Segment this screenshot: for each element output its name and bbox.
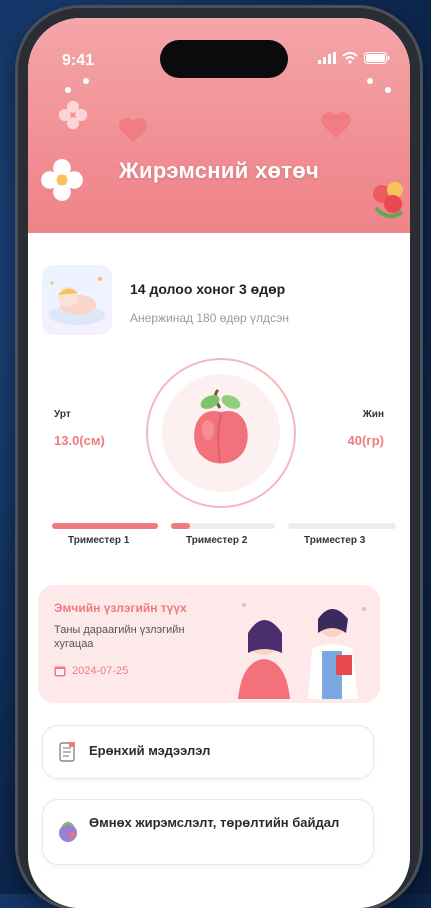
previous-pregnancy-item[interactable]: Өмнөх жирэмслэлт, төрөлтийн байдал <box>42 799 374 865</box>
weight-label: Жин <box>362 409 384 420</box>
previous-pregnancy-label: Өмнөх жирэмслэлт, төрөлтийн байдал <box>89 815 340 830</box>
fetus-size-circle[interactable] <box>146 358 296 508</box>
branch-decoration-icon <box>49 71 107 107</box>
next-checkup-date: 2024-07-25 <box>54 665 128 677</box>
battery-icon <box>364 52 390 64</box>
signal-icon <box>318 52 336 64</box>
heart-decoration-icon <box>119 117 147 143</box>
status-bar: 9:41 <box>28 44 410 69</box>
heart-decoration-icon <box>321 112 351 139</box>
checkup-history-card[interactable]: Эмчийн үзлэгийн түүх Таны дараагийн үзлэ… <box>38 585 380 703</box>
phone-frame: 9:41 Жирэмсний хөтөч 14 долоо хоног 3 өд… <box>18 8 420 908</box>
status-time: 9:41 <box>62 52 95 69</box>
pregnancy-week-summary: 14 долоо хоног 3 өдөр Анержинад 180 өдөр… <box>42 265 410 345</box>
baby-icon <box>49 277 105 325</box>
page-title: Жирэмсний хөтөч <box>118 158 320 183</box>
length-label: Урт <box>54 409 71 420</box>
trimester-2-label[interactable]: Триместер 2 <box>186 535 247 546</box>
general-info-item[interactable]: Ерөнхий мэдээлэл <box>42 725 374 779</box>
main-content: 14 долоо хоног 3 өдөр Анержинад 180 өдөр… <box>28 233 410 908</box>
general-info-label: Ерөнхий мэдээлэл <box>89 743 211 758</box>
length-value: 13.0(см) <box>54 433 105 448</box>
trimester-2-fill <box>171 523 190 529</box>
wifi-icon <box>342 52 358 64</box>
peach-icon <box>194 388 248 464</box>
checkup-history-title: Эмчийн үзлэгийн түүх <box>54 601 187 615</box>
trimester-3-label[interactable]: Триместер 3 <box>304 535 365 546</box>
trimester-1-progress <box>52 523 158 529</box>
branch-decoration-icon <box>349 71 407 107</box>
next-checkup-label: Таны дараагийн үзлэгийн хугацаа <box>54 624 185 651</box>
trimester-1-fill <box>52 523 158 529</box>
trimester-2-progress <box>171 523 275 529</box>
document-icon <box>59 742 75 762</box>
trimester-3-progress <box>288 523 396 529</box>
days-remaining: Анержинад 180 өдөр үлдсэн <box>130 311 289 325</box>
app-screen: 9:41 Жирэмсний хөтөч 14 долоо хоног 3 өд… <box>28 18 410 908</box>
calendar-icon <box>54 666 66 677</box>
baby-illustration <box>42 265 112 335</box>
doctor-patient-illustration <box>238 603 366 699</box>
header: 9:41 Жирэмсний хөтөч <box>28 18 410 233</box>
weight-value: 40(гр) <box>347 433 384 448</box>
checkup-date-text: 2024-07-25 <box>72 665 129 677</box>
week-count: 14 долоо хоног 3 өдөр <box>130 281 286 297</box>
trimester-1-label[interactable]: Триместер 1 <box>68 535 129 546</box>
pregnancy-icon <box>59 821 77 842</box>
flower-bouquet-icon <box>373 182 404 219</box>
